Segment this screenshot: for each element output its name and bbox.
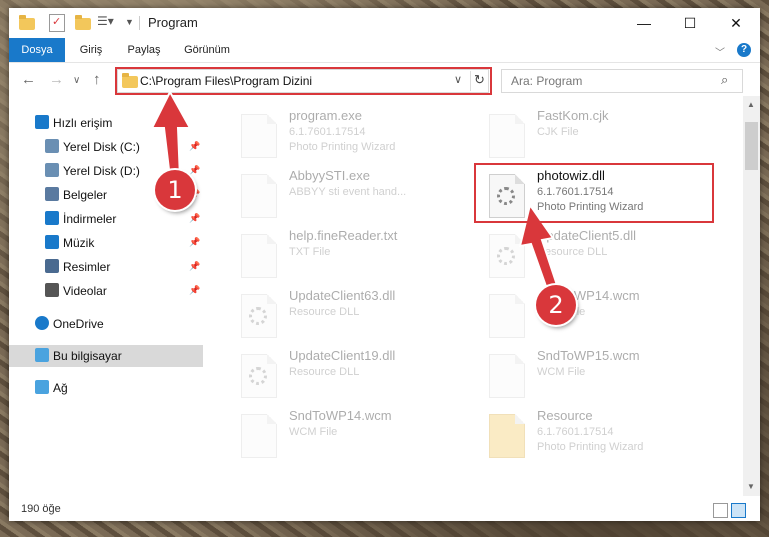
step-2-badge: 2 bbox=[536, 285, 576, 325]
highlight-photowiz bbox=[474, 163, 714, 223]
step-1-badge: 1 bbox=[155, 170, 195, 210]
arrow-1 bbox=[150, 89, 192, 179]
annotation-arrows bbox=[150, 89, 560, 294]
